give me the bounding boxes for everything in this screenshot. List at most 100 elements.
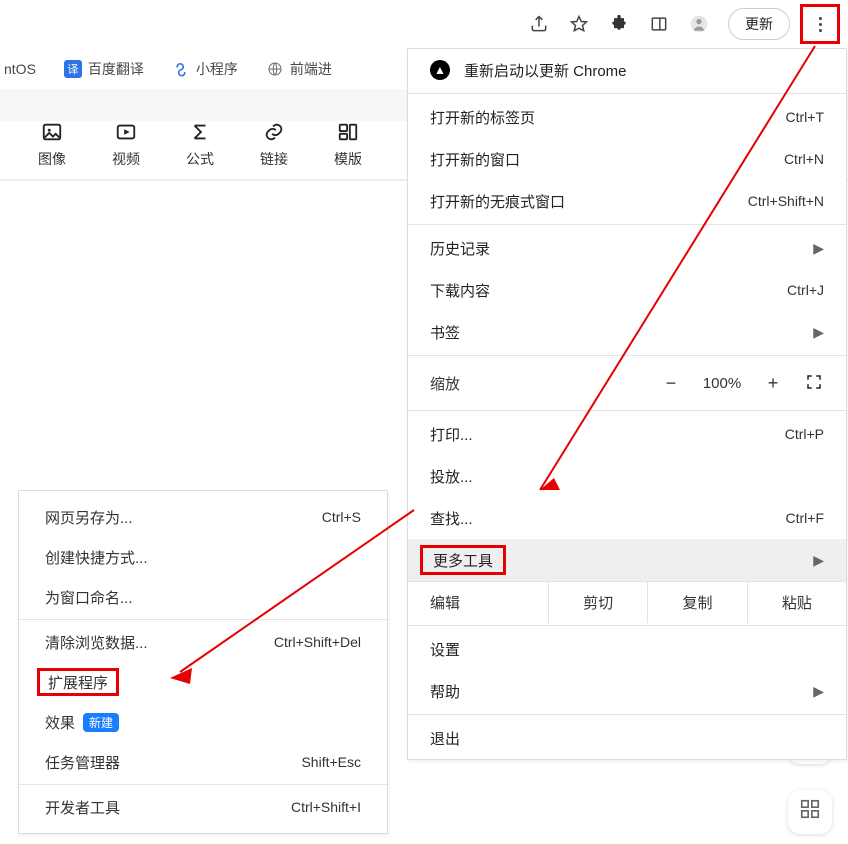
menu-new-tab-shortcut: Ctrl+T bbox=[786, 109, 825, 125]
chevron-right-icon: ▶ bbox=[813, 552, 824, 569]
zoom-value: 100% bbox=[692, 375, 752, 392]
menu-incognito-label: 打开新的无痕式窗口 bbox=[430, 191, 748, 212]
submenu-extensions[interactable]: 扩展程序 bbox=[19, 662, 387, 702]
submenu-clear-browsing-data[interactable]: 清除浏览数据... Ctrl+Shift+Del bbox=[19, 622, 387, 662]
menu-zoom: 缩放 − 100% + bbox=[408, 358, 846, 408]
submenu-extensions-label: 扩展程序 bbox=[48, 672, 108, 693]
menu-help[interactable]: 帮助 ▶ bbox=[408, 670, 846, 712]
submenu-task-manager[interactable]: 任务管理器 Shift+Esc bbox=[19, 742, 387, 782]
share-icon[interactable] bbox=[528, 13, 550, 35]
star-icon[interactable] bbox=[568, 13, 590, 35]
submenu-name-window-label: 为窗口命名... bbox=[45, 587, 361, 608]
submenu-save-page-as[interactable]: 网页另存为... Ctrl+S bbox=[19, 497, 387, 537]
image-icon bbox=[32, 121, 72, 149]
menu-history-label: 历史记录 bbox=[430, 238, 813, 259]
chevron-right-icon: ▶ bbox=[813, 683, 824, 700]
submenu-dev-tools[interactable]: 开发者工具 Ctrl+Shift+I bbox=[19, 787, 387, 827]
bookmark-miniapp-label: 小程序 bbox=[196, 59, 238, 79]
menu-restart-update[interactable]: ▲ 重新启动以更新 Chrome bbox=[408, 49, 846, 91]
submenu-clear-data-shortcut: Ctrl+Shift+Del bbox=[274, 634, 361, 650]
miniapp-icon bbox=[172, 60, 190, 78]
menu-print-label: 打印... bbox=[430, 424, 785, 445]
menu-print[interactable]: 打印... Ctrl+P bbox=[408, 413, 846, 455]
menu-edit-label: 编辑 bbox=[408, 592, 548, 613]
more-tools-submenu: 网页另存为... Ctrl+S 创建快捷方式... 为窗口命名... 清除浏览数… bbox=[18, 490, 388, 834]
tool-formula[interactable]: 公式 bbox=[180, 121, 220, 169]
tool-link[interactable]: 链接 bbox=[254, 121, 294, 169]
tool-video[interactable]: 视频 bbox=[106, 121, 146, 169]
menu-find[interactable]: 查找... Ctrl+F bbox=[408, 497, 846, 539]
submenu-effects[interactable]: 效果 新建 bbox=[19, 702, 387, 742]
submenu-dev-tools-label: 开发者工具 bbox=[45, 797, 291, 818]
tool-template[interactable]: 模版 bbox=[328, 121, 368, 169]
more-tools-highlight: 更多工具 bbox=[420, 545, 506, 575]
menu-cast[interactable]: 投放... bbox=[408, 455, 846, 497]
menu-history[interactable]: 历史记录 ▶ bbox=[408, 227, 846, 269]
tool-video-label: 视频 bbox=[106, 149, 146, 169]
menu-exit[interactable]: 退出 bbox=[408, 717, 846, 759]
edit-paste-button[interactable]: 粘贴 bbox=[747, 582, 846, 623]
menu-edit: 编辑 剪切 复制 粘贴 bbox=[408, 581, 846, 623]
edit-copy-button[interactable]: 复制 bbox=[647, 582, 746, 623]
chevron-right-icon: ▶ bbox=[813, 240, 824, 257]
chrome-main-menu: ▲ 重新启动以更新 Chrome 打开新的标签页 Ctrl+T 打开新的窗口 C… bbox=[407, 48, 847, 760]
menu-incognito-shortcut: Ctrl+Shift+N bbox=[748, 193, 824, 209]
menu-print-shortcut: Ctrl+P bbox=[785, 426, 824, 442]
menu-more-tools[interactable]: 更多工具 ▶ bbox=[408, 539, 846, 581]
menu-downloads-label: 下载内容 bbox=[430, 280, 787, 301]
submenu-clear-data-label: 清除浏览数据... bbox=[45, 632, 274, 653]
bookmark-baidu-translate[interactable]: 译 百度翻译 bbox=[64, 59, 144, 79]
browser-top-bar: 更新 bbox=[0, 0, 848, 48]
submenu-dev-tools-shortcut: Ctrl+Shift+I bbox=[291, 799, 361, 815]
sigma-icon bbox=[180, 121, 220, 149]
menu-new-window[interactable]: 打开新的窗口 Ctrl+N bbox=[408, 138, 846, 180]
menu-new-tab-label: 打开新的标签页 bbox=[430, 107, 786, 128]
menu-find-label: 查找... bbox=[430, 508, 786, 529]
submenu-effects-label: 效果 bbox=[45, 712, 75, 733]
bookmark-ntos[interactable]: ntOS bbox=[4, 61, 36, 77]
qr-icon bbox=[799, 798, 821, 826]
update-button[interactable]: 更新 bbox=[728, 8, 790, 40]
submenu-task-manager-shortcut: Shift+Esc bbox=[301, 754, 361, 770]
menu-help-label: 帮助 bbox=[430, 681, 813, 702]
tool-link-label: 链接 bbox=[254, 149, 294, 169]
profile-avatar-icon[interactable] bbox=[688, 13, 710, 35]
tool-image[interactable]: 图像 bbox=[32, 121, 72, 169]
link-icon bbox=[254, 121, 294, 149]
edit-cut-button[interactable]: 剪切 bbox=[548, 582, 647, 623]
menu-incognito[interactable]: 打开新的无痕式窗口 Ctrl+Shift+N bbox=[408, 180, 846, 222]
bookmark-frontend[interactable]: 前端进 bbox=[266, 59, 332, 79]
menu-exit-label: 退出 bbox=[430, 728, 824, 749]
submenu-create-shortcut[interactable]: 创建快捷方式... bbox=[19, 537, 387, 577]
update-label: 更新 bbox=[745, 14, 773, 34]
chevron-right-icon: ▶ bbox=[813, 324, 824, 341]
menu-new-tab[interactable]: 打开新的标签页 Ctrl+T bbox=[408, 96, 846, 138]
fullscreen-icon[interactable] bbox=[794, 373, 834, 394]
menu-bookmarks[interactable]: 书签 ▶ bbox=[408, 311, 846, 353]
submenu-create-shortcut-label: 创建快捷方式... bbox=[45, 547, 361, 568]
qr-widget[interactable] bbox=[788, 790, 832, 834]
chrome-menu-button[interactable] bbox=[800, 4, 840, 44]
video-icon bbox=[106, 121, 146, 149]
bookmark-miniapp[interactable]: 小程序 bbox=[172, 59, 238, 79]
extensions-puzzle-icon[interactable] bbox=[608, 13, 630, 35]
menu-downloads[interactable]: 下载内容 Ctrl+J bbox=[408, 269, 846, 311]
menu-find-shortcut: Ctrl+F bbox=[786, 510, 825, 526]
menu-more-tools-label: 更多工具 bbox=[433, 550, 493, 571]
zoom-out-button[interactable]: − bbox=[650, 373, 692, 394]
submenu-name-window[interactable]: 为窗口命名... bbox=[19, 577, 387, 617]
menu-settings[interactable]: 设置 bbox=[408, 628, 846, 670]
menu-downloads-shortcut: Ctrl+J bbox=[787, 282, 824, 298]
side-panel-icon[interactable] bbox=[648, 13, 670, 35]
menu-restart-label: 重新启动以更新 Chrome bbox=[464, 60, 824, 81]
menu-new-window-label: 打开新的窗口 bbox=[430, 149, 784, 170]
bookmark-translate-label: 百度翻译 bbox=[88, 59, 144, 79]
bookmark-frontend-label: 前端进 bbox=[290, 59, 332, 79]
translate-icon: 译 bbox=[64, 60, 82, 78]
submenu-task-manager-label: 任务管理器 bbox=[45, 752, 301, 773]
kebab-icon bbox=[819, 17, 822, 32]
tool-formula-label: 公式 bbox=[180, 149, 220, 169]
update-arrow-icon: ▲ bbox=[430, 60, 450, 80]
zoom-in-button[interactable]: + bbox=[752, 373, 794, 394]
menu-new-window-shortcut: Ctrl+N bbox=[784, 151, 824, 167]
